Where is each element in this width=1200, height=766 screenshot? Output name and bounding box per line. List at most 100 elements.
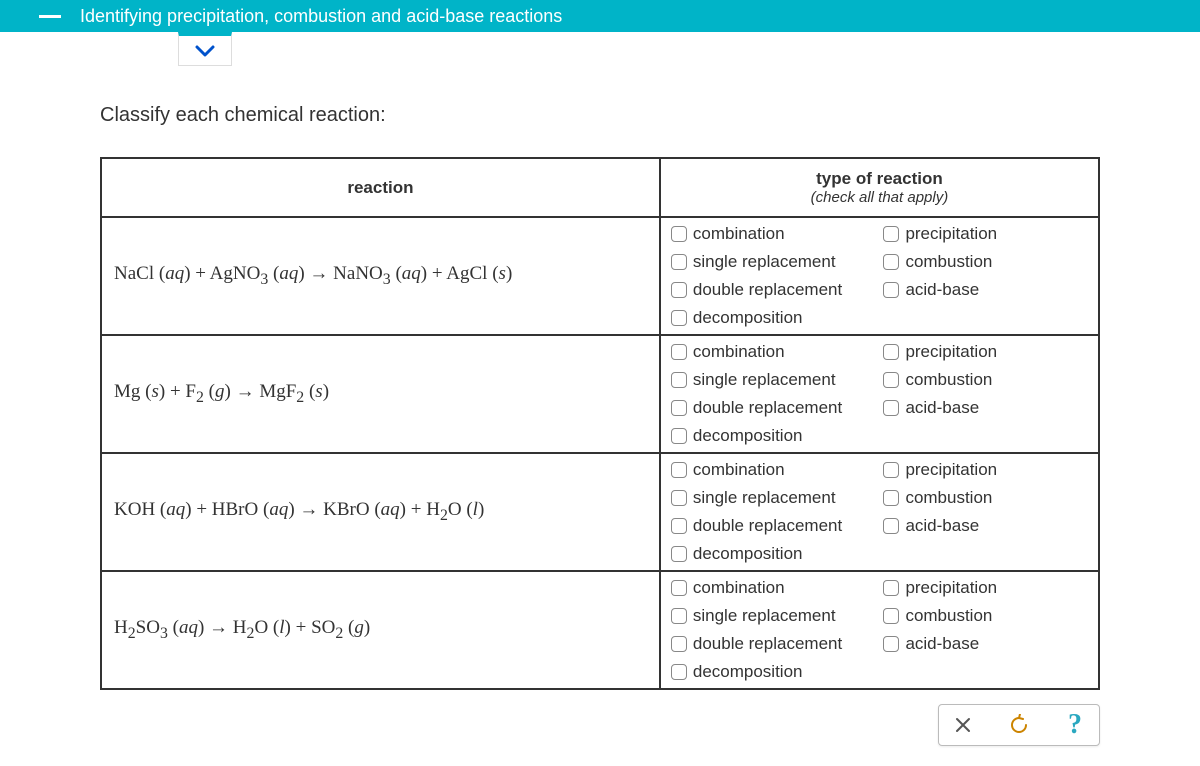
collapse-icon[interactable]: [20, 15, 80, 18]
checkbox[interactable]: [671, 518, 687, 534]
option-acid-base[interactable]: acid-base: [883, 398, 1088, 418]
option-single-replacement[interactable]: single replacement: [671, 606, 876, 626]
option-double-replacement[interactable]: double replacement: [671, 516, 876, 536]
table-row: KOH (aq) + HBrO (aq) → KBrO (aq) + H2O (…: [101, 453, 1099, 571]
option-combustion[interactable]: combustion: [883, 252, 1088, 272]
option-precipitation[interactable]: precipitation: [883, 224, 1088, 244]
option-combination[interactable]: combination: [671, 224, 876, 244]
option-acid-base[interactable]: acid-base: [883, 280, 1088, 300]
option-label: double replacement: [693, 280, 842, 300]
option-decomposition[interactable]: decomposition: [671, 308, 876, 328]
checkbox[interactable]: [671, 580, 687, 596]
checkbox[interactable]: [671, 664, 687, 680]
option-single-replacement[interactable]: single replacement: [671, 370, 876, 390]
checkbox[interactable]: [671, 310, 687, 326]
option-label: single replacement: [693, 488, 836, 508]
action-box: ?: [938, 704, 1100, 746]
help-button[interactable]: ?: [1061, 711, 1089, 739]
option-label: combustion: [905, 488, 992, 508]
option-label: single replacement: [693, 370, 836, 390]
action-bar: ?: [100, 704, 1100, 746]
option-label: single replacement: [693, 252, 836, 272]
checkbox[interactable]: [883, 462, 899, 478]
checkbox[interactable]: [671, 254, 687, 270]
checkbox[interactable]: [883, 344, 899, 360]
checkbox[interactable]: [671, 400, 687, 416]
checkbox[interactable]: [671, 428, 687, 444]
reset-button[interactable]: [1005, 711, 1033, 739]
col-header-type: type of reaction (check all that apply): [660, 158, 1099, 217]
option-label: precipitation: [905, 578, 997, 598]
checkbox[interactable]: [671, 636, 687, 652]
option-label: precipitation: [905, 460, 997, 480]
option-label: acid-base: [905, 516, 979, 536]
checkbox[interactable]: [883, 372, 899, 388]
checkbox[interactable]: [883, 254, 899, 270]
checkbox[interactable]: [883, 282, 899, 298]
option-combustion[interactable]: combustion: [883, 488, 1088, 508]
option-label: acid-base: [905, 634, 979, 654]
checkbox[interactable]: [671, 344, 687, 360]
option-double-replacement[interactable]: double replacement: [671, 280, 876, 300]
option-acid-base[interactable]: acid-base: [883, 634, 1088, 654]
option-single-replacement[interactable]: single replacement: [671, 252, 876, 272]
reaction-options: combination precipitation single replaceme…: [660, 571, 1099, 689]
option-combination[interactable]: combination: [671, 342, 876, 362]
reaction-options: combination precipitation single replaceme…: [660, 453, 1099, 571]
option-single-replacement[interactable]: single replacement: [671, 488, 876, 508]
option-decomposition[interactable]: decomposition: [671, 662, 876, 682]
checkbox[interactable]: [671, 226, 687, 242]
content-area: Classify each chemical reaction: reactio…: [0, 66, 1200, 766]
help-icon: ?: [1068, 709, 1082, 741]
option-label: precipitation: [905, 342, 997, 362]
checkbox[interactable]: [671, 282, 687, 298]
table-row: NaCl (aq) + AgNO3 (aq) → NaNO3 (aq) + Ag…: [101, 217, 1099, 335]
table-row: Mg (s) + F2 (g) → MgF2 (s)combinationpre…: [101, 335, 1099, 453]
checkbox[interactable]: [883, 608, 899, 624]
option-double-replacement[interactable]: double replacement: [671, 634, 876, 654]
option-decomposition[interactable]: decomposition: [671, 544, 876, 564]
option-combustion[interactable]: combustion: [883, 370, 1088, 390]
checkbox[interactable]: [883, 400, 899, 416]
checkbox[interactable]: [883, 490, 899, 506]
header-title: Identifying precipitation, combustion an…: [80, 6, 562, 27]
option-precipitation[interactable]: precipitation: [883, 578, 1088, 598]
option-label: decomposition: [693, 662, 803, 682]
option-acid-base[interactable]: acid-base: [883, 516, 1088, 536]
option-precipitation[interactable]: precipitation: [883, 342, 1088, 362]
checkbox[interactable]: [671, 490, 687, 506]
checkbox[interactable]: [671, 546, 687, 562]
option-label: combination: [693, 224, 785, 244]
checkbox[interactable]: [671, 372, 687, 388]
checkbox[interactable]: [883, 636, 899, 652]
checkbox[interactable]: [883, 580, 899, 596]
option-label: acid-base: [905, 398, 979, 418]
close-button[interactable]: [949, 711, 977, 739]
option-combination[interactable]: combination: [671, 578, 876, 598]
option-label: precipitation: [905, 224, 997, 244]
reaction-formula: KOH (aq) + HBrO (aq) → KBrO (aq) + H2O (…: [101, 453, 660, 571]
option-label: single replacement: [693, 606, 836, 626]
checkbox[interactable]: [671, 608, 687, 624]
close-icon: [954, 716, 972, 734]
reaction-options: combination precipitation single replaceme…: [660, 217, 1099, 335]
option-label: combustion: [905, 252, 992, 272]
option-label: double replacement: [693, 634, 842, 654]
prompt-text: Classify each chemical reaction:: [100, 104, 1100, 127]
header-bar: Identifying precipitation, combustion an…: [0, 0, 1200, 32]
reaction-options: combination precipitation single replaceme…: [660, 335, 1099, 453]
checkbox[interactable]: [671, 462, 687, 478]
option-label: double replacement: [693, 398, 842, 418]
expand-tab[interactable]: [178, 32, 232, 66]
checkbox[interactable]: [883, 518, 899, 534]
option-precipitation[interactable]: precipitation: [883, 460, 1088, 480]
option-double-replacement[interactable]: double replacement: [671, 398, 876, 418]
option-label: decomposition: [693, 544, 803, 564]
option-combustion[interactable]: combustion: [883, 606, 1088, 626]
option-decomposition[interactable]: decomposition: [671, 426, 876, 446]
reaction-formula: NaCl (aq) + AgNO3 (aq) → NaNO3 (aq) + Ag…: [101, 217, 660, 335]
option-label: decomposition: [693, 308, 803, 328]
option-combination[interactable]: combination: [671, 460, 876, 480]
col-header-type-sub: (check all that apply): [669, 189, 1090, 206]
checkbox[interactable]: [883, 226, 899, 242]
